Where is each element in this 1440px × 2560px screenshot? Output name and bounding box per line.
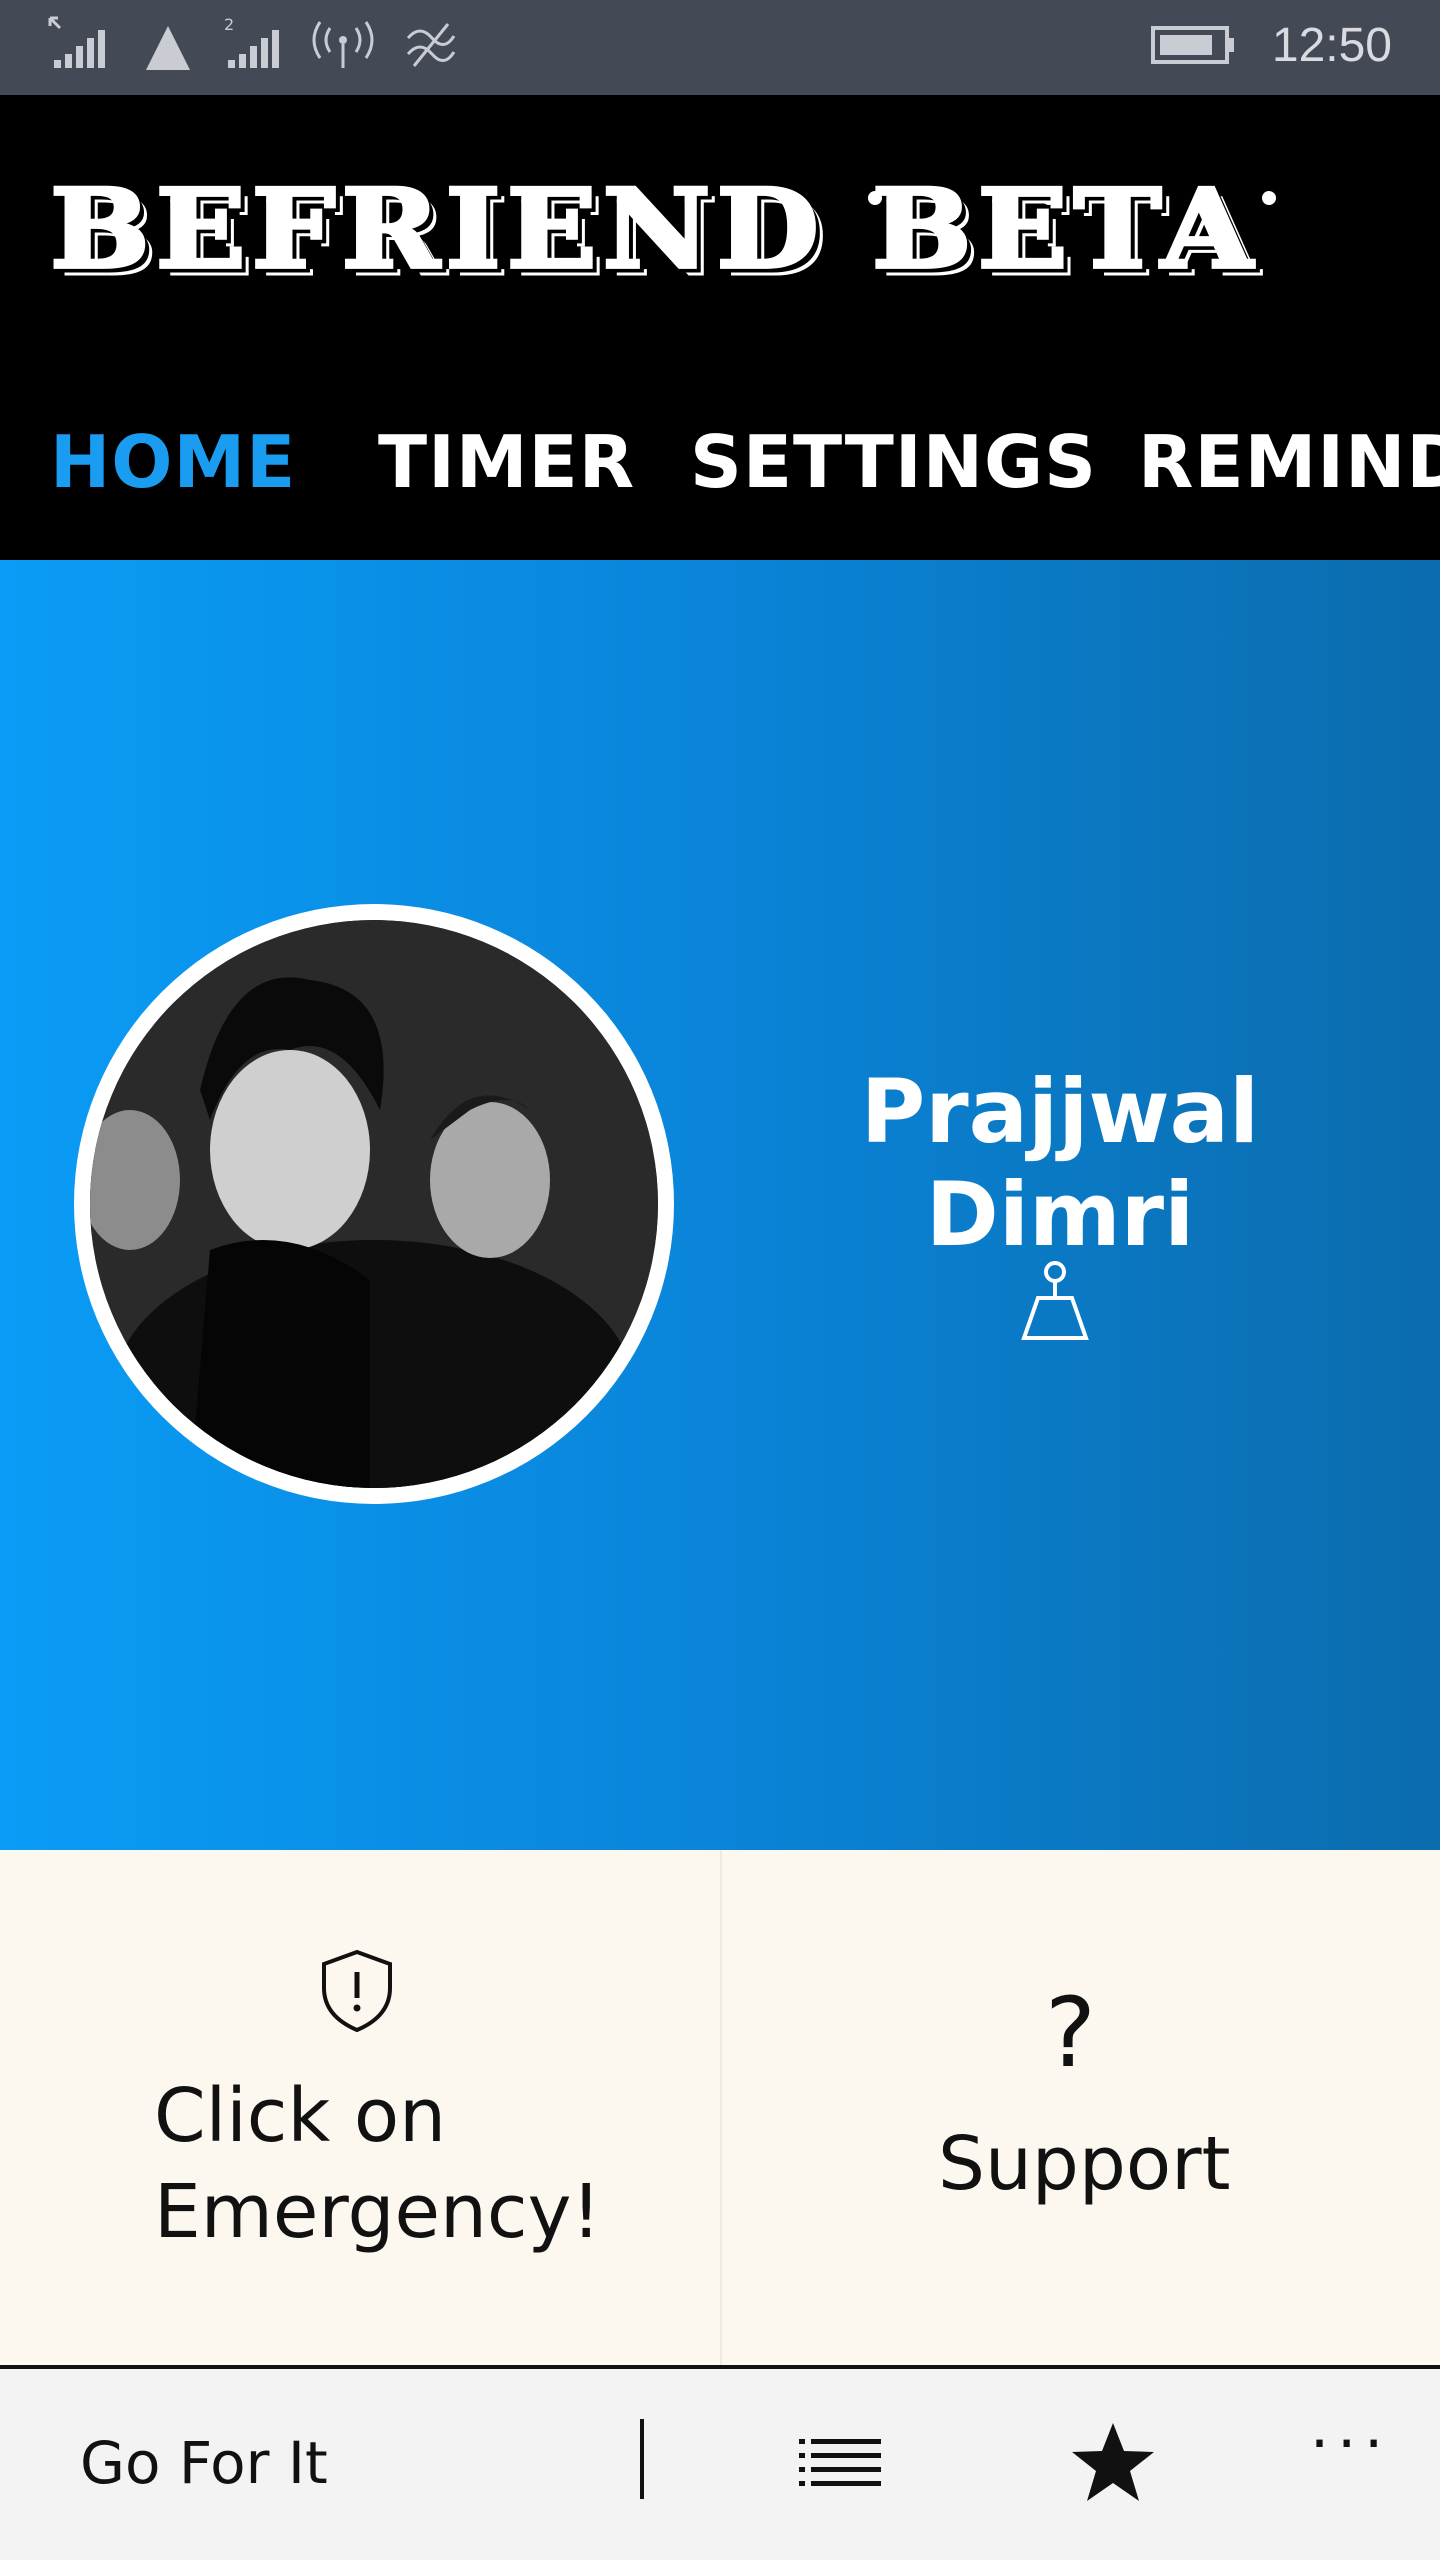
- battery-icon: [1151, 26, 1234, 64]
- emergency-label-line1: Click on: [154, 2073, 447, 2159]
- signal-icon: [48, 16, 105, 68]
- list-icon[interactable]: [795, 2417, 885, 2507]
- support-label: Support: [938, 2121, 1231, 2207]
- star-icon[interactable]: [1068, 2417, 1158, 2507]
- app-bar: Go For It ···: [0, 2365, 1440, 2560]
- emergency-label-line2: Emergency!: [154, 2169, 602, 2255]
- avatar[interactable]: [74, 904, 674, 1504]
- signal-2-icon: 2: [224, 15, 279, 68]
- tab-settings[interactable]: SETTINGS: [690, 420, 1097, 504]
- wifi-hotspot-icon: [312, 21, 374, 68]
- pivot-tabs: HOME TIMER SETTINGS REMINDE: [0, 420, 1440, 520]
- clock: 12:50: [1271, 19, 1392, 72]
- app-title: BEFRIEND BETA: [48, 163, 1259, 295]
- profile-photo-art: [90, 920, 658, 1488]
- more-icon[interactable]: ···: [1310, 2409, 1391, 2479]
- data-saver-icon: [406, 23, 456, 67]
- app-bar-label[interactable]: Go For It: [80, 2429, 328, 2497]
- loading-dot: [1262, 191, 1276, 205]
- tab-timer[interactable]: TIMER: [378, 420, 635, 504]
- tab-reminder[interactable]: REMINDE: [1138, 420, 1440, 504]
- weight-icon[interactable]: [1010, 1258, 1100, 1348]
- avatar-photo: [90, 920, 658, 1488]
- support-tile[interactable]: [722, 1850, 1440, 2365]
- no-sim-icon: [146, 26, 190, 70]
- shield-alert-icon: [322, 1949, 392, 2033]
- tab-home[interactable]: HOME: [50, 420, 296, 504]
- svg-text:2: 2: [224, 15, 234, 34]
- user-name: Prajjwal Dimri: [860, 1060, 1260, 1266]
- question-icon: ?: [1045, 1977, 1096, 2089]
- app-bar-separator: [640, 2419, 644, 2499]
- status-bar: 2 12:50: [0, 0, 1440, 95]
